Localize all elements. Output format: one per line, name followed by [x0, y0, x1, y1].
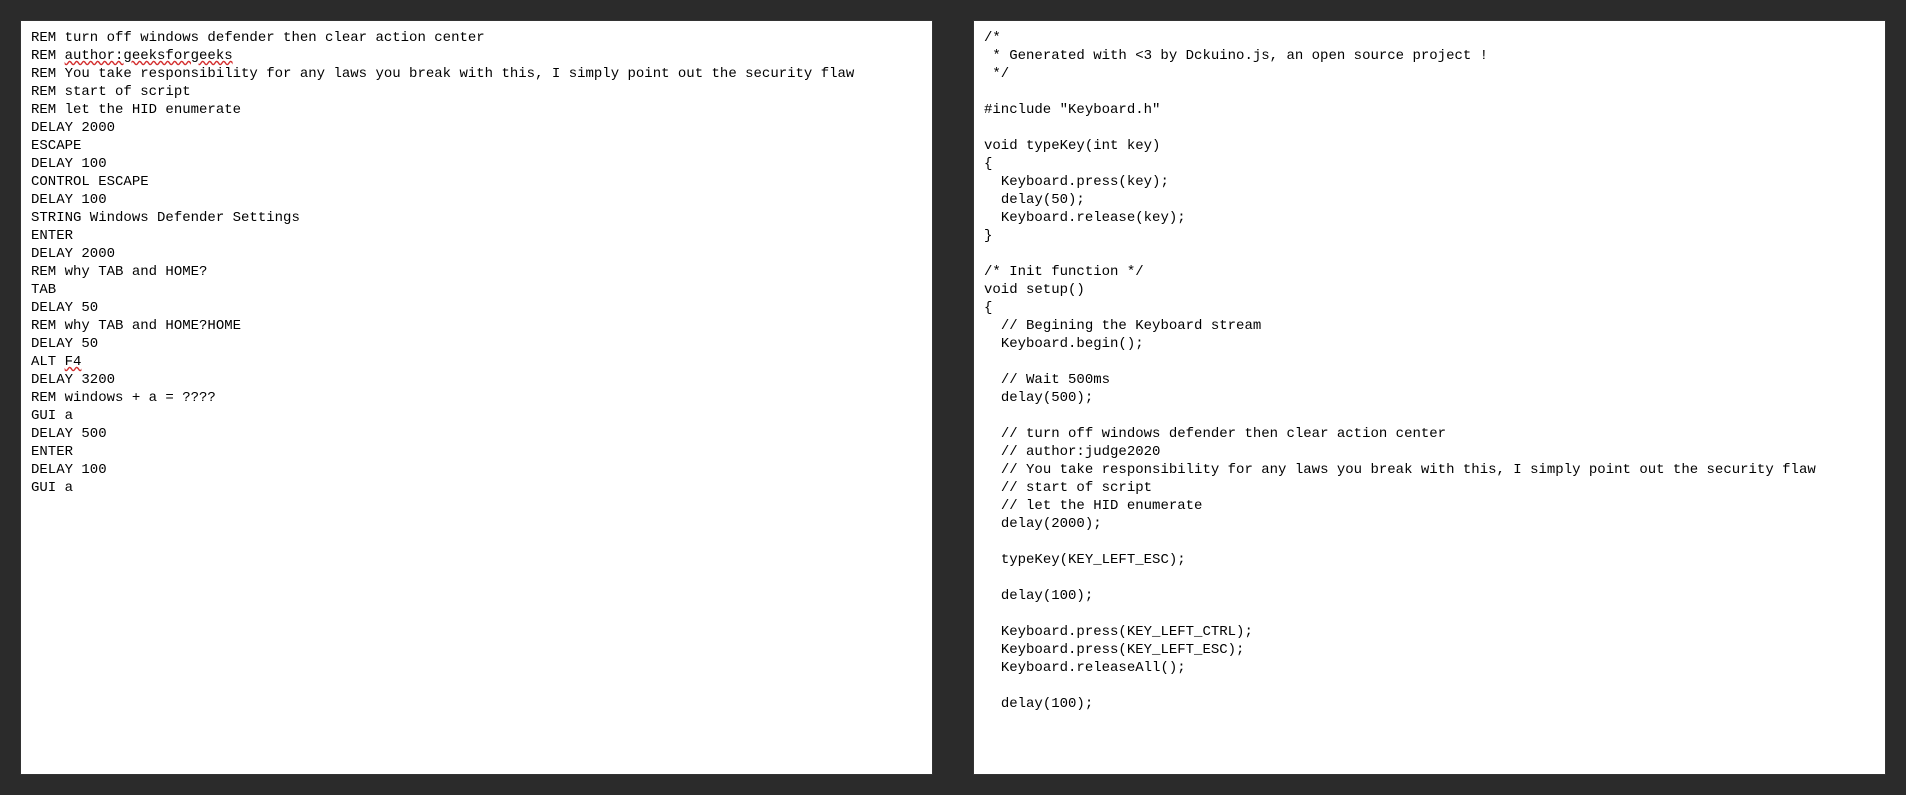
code-line[interactable]: // let the HID enumerate: [984, 497, 1875, 515]
code-line[interactable]: ESCAPE: [31, 137, 922, 155]
code-line[interactable]: // turn off windows defender then clear …: [984, 425, 1875, 443]
code-line[interactable]: {: [984, 299, 1875, 317]
code-line[interactable]: [984, 677, 1875, 695]
code-line[interactable]: [984, 569, 1875, 587]
code-line[interactable]: * Generated with <3 by Dckuino.js, an op…: [984, 47, 1875, 65]
code-line[interactable]: // Begining the Keyboard stream: [984, 317, 1875, 335]
code-line[interactable]: // Wait 500ms: [984, 371, 1875, 389]
code-line[interactable]: REM start of script: [31, 83, 922, 101]
code-line[interactable]: GUI a: [31, 407, 922, 425]
code-line[interactable]: DELAY 100: [31, 191, 922, 209]
spellcheck-underline: F4: [65, 354, 82, 370]
code-line[interactable]: DELAY 2000: [31, 245, 922, 263]
code-line[interactable]: DELAY 3200: [31, 371, 922, 389]
code-line[interactable]: typeKey(KEY_LEFT_ESC);: [984, 551, 1875, 569]
code-line[interactable]: DELAY 500: [31, 425, 922, 443]
code-line[interactable]: // You take responsibility for any laws …: [984, 461, 1875, 479]
code-line[interactable]: delay(50);: [984, 191, 1875, 209]
code-line[interactable]: DELAY 100: [31, 155, 922, 173]
code-line[interactable]: void typeKey(int key): [984, 137, 1875, 155]
code-line[interactable]: ENTER: [31, 443, 922, 461]
code-line[interactable]: ENTER: [31, 227, 922, 245]
code-line[interactable]: REM let the HID enumerate: [31, 101, 922, 119]
code-line[interactable]: [984, 83, 1875, 101]
code-line[interactable]: REM why TAB and HOME?: [31, 263, 922, 281]
code-line[interactable]: [984, 119, 1875, 137]
code-line[interactable]: [984, 245, 1875, 263]
code-line[interactable]: [984, 407, 1875, 425]
code-line[interactable]: }: [984, 227, 1875, 245]
code-line[interactable]: REM You take responsibility for any laws…: [31, 65, 922, 83]
code-line[interactable]: TAB: [31, 281, 922, 299]
code-line[interactable]: Keyboard.release(key);: [984, 209, 1875, 227]
code-line[interactable]: Keyboard.press(KEY_LEFT_ESC);: [984, 641, 1875, 659]
code-line[interactable]: delay(100);: [984, 587, 1875, 605]
code-line[interactable]: [984, 533, 1875, 551]
code-line[interactable]: Keyboard.releaseAll();: [984, 659, 1875, 677]
spellcheck-underline: author:geeksforgeeks: [65, 48, 233, 64]
code-line[interactable]: CONTROL ESCAPE: [31, 173, 922, 191]
code-line[interactable]: GUI a: [31, 479, 922, 497]
code-line[interactable]: delay(100);: [984, 695, 1875, 713]
code-line[interactable]: delay(2000);: [984, 515, 1875, 533]
code-line[interactable]: DELAY 50: [31, 299, 922, 317]
code-line[interactable]: DELAY 2000: [31, 119, 922, 137]
code-line[interactable]: // author:judge2020: [984, 443, 1875, 461]
code-line[interactable]: // start of script: [984, 479, 1875, 497]
code-line[interactable]: REM windows + a = ????: [31, 389, 922, 407]
code-line[interactable]: STRING Windows Defender Settings: [31, 209, 922, 227]
code-line[interactable]: */: [984, 65, 1875, 83]
code-line[interactable]: REM turn off windows defender then clear…: [31, 29, 922, 47]
code-line[interactable]: Keyboard.press(key);: [984, 173, 1875, 191]
left-editor-pane[interactable]: REM turn off windows defender then clear…: [20, 20, 933, 775]
code-line[interactable]: ALT F4: [31, 353, 922, 371]
code-line[interactable]: DELAY 100: [31, 461, 922, 479]
right-editor-pane[interactable]: /* * Generated with <3 by Dckuino.js, an…: [973, 20, 1886, 775]
code-line[interactable]: DELAY 50: [31, 335, 922, 353]
code-line[interactable]: {: [984, 155, 1875, 173]
code-line[interactable]: [984, 605, 1875, 623]
code-line[interactable]: #include "Keyboard.h": [984, 101, 1875, 119]
code-line[interactable]: /* Init function */: [984, 263, 1875, 281]
code-line[interactable]: void setup(): [984, 281, 1875, 299]
code-line[interactable]: REM author:geeksforgeeks: [31, 47, 922, 65]
code-line[interactable]: Keyboard.press(KEY_LEFT_CTRL);: [984, 623, 1875, 641]
code-line[interactable]: REM why TAB and HOME?HOME: [31, 317, 922, 335]
code-line[interactable]: delay(500);: [984, 389, 1875, 407]
code-line[interactable]: Keyboard.begin();: [984, 335, 1875, 353]
code-line[interactable]: [984, 353, 1875, 371]
code-line[interactable]: /*: [984, 29, 1875, 47]
